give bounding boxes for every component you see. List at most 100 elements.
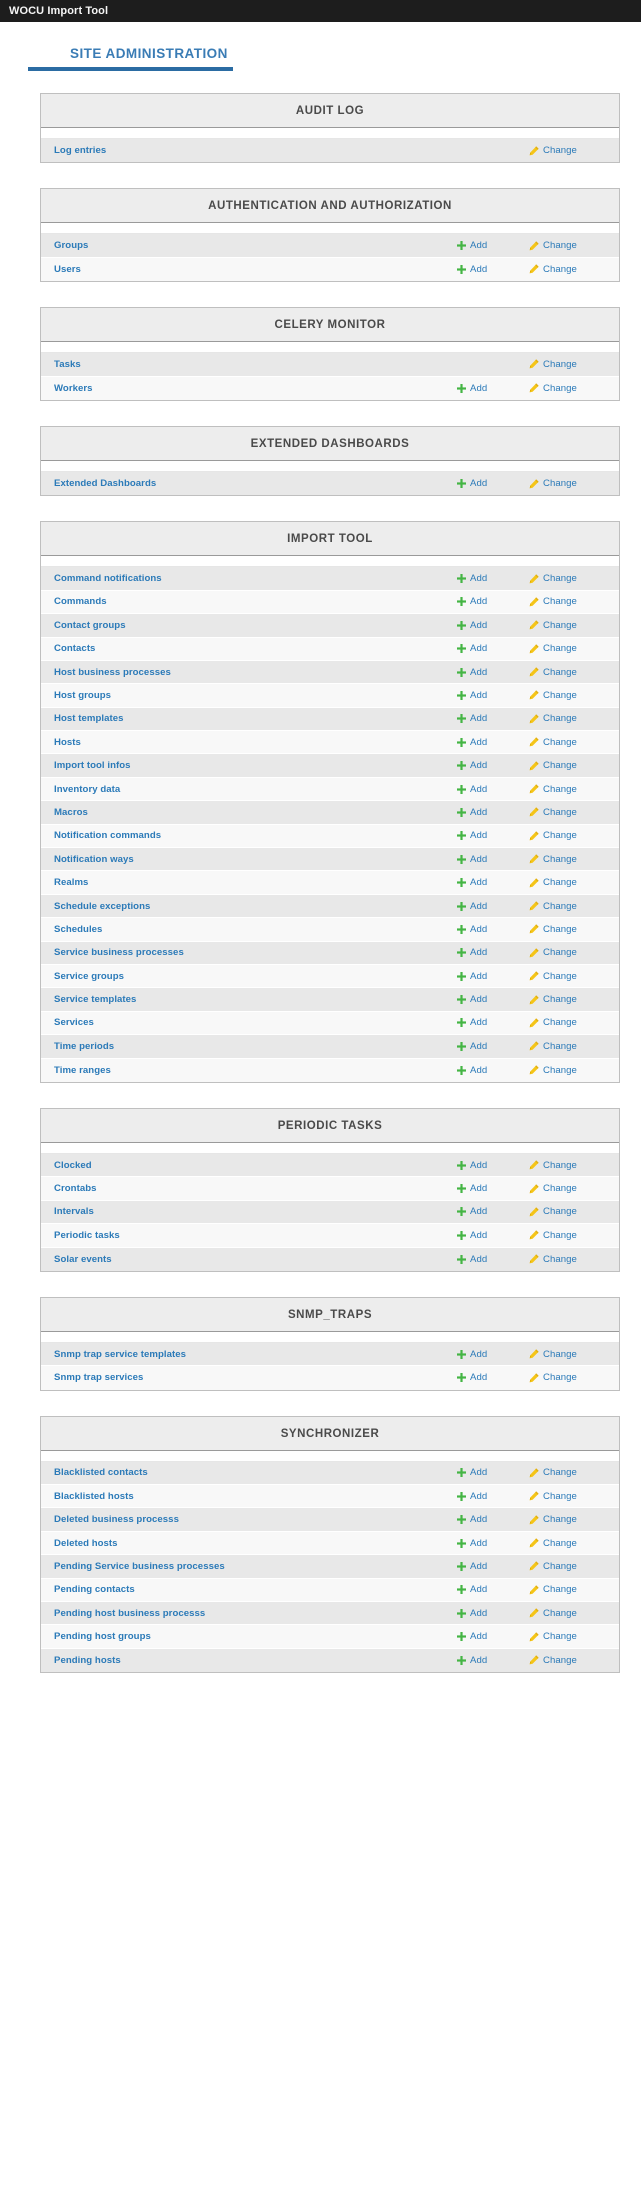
add-link[interactable]: Add [457,807,529,818]
add-link[interactable]: Add [457,1467,529,1478]
change-link[interactable]: Change [529,573,609,584]
model-link[interactable]: Time ranges [54,1065,457,1076]
model-link[interactable]: Pending Service business processes [54,1561,457,1572]
model-link[interactable]: Solar events [54,1254,457,1265]
change-link[interactable]: Change [529,667,609,678]
model-link[interactable]: Workers [54,383,457,394]
add-link[interactable]: Add [457,596,529,607]
change-link[interactable]: Change [529,971,609,982]
change-link[interactable]: Change [529,1538,609,1549]
add-link[interactable]: Add [457,1349,529,1360]
add-link[interactable]: Add [457,1230,529,1241]
add-link[interactable]: Add [457,784,529,795]
model-link[interactable]: Blacklisted contacts [54,1467,457,1478]
model-link[interactable]: Time periods [54,1041,457,1052]
change-link[interactable]: Change [529,383,609,394]
model-link[interactable]: Pending hosts [54,1655,457,1666]
add-link[interactable]: Add [457,971,529,982]
model-link[interactable]: Clocked [54,1160,457,1171]
model-link[interactable]: Services [54,1017,457,1028]
model-link[interactable]: Log entries [54,145,457,156]
change-link[interactable]: Change [529,924,609,935]
change-link[interactable]: Change [529,1254,609,1265]
change-link[interactable]: Change [529,1017,609,1028]
add-link[interactable]: Add [457,1372,529,1383]
change-link[interactable]: Change [529,947,609,958]
change-link[interactable]: Change [529,1608,609,1619]
change-link[interactable]: Change [529,1349,609,1360]
add-link[interactable]: Add [457,901,529,912]
model-link[interactable]: Host groups [54,690,457,701]
model-link[interactable]: Service templates [54,994,457,1005]
model-link[interactable]: Contact groups [54,620,457,631]
add-link[interactable]: Add [457,737,529,748]
model-link[interactable]: Snmp trap service templates [54,1349,457,1360]
add-link[interactable]: Add [457,478,529,489]
change-link[interactable]: Change [529,1160,609,1171]
model-link[interactable]: Contacts [54,643,457,654]
model-link[interactable]: Pending host groups [54,1631,457,1642]
change-link[interactable]: Change [529,1041,609,1052]
change-link[interactable]: Change [529,807,609,818]
add-link[interactable]: Add [457,1160,529,1171]
model-link[interactable]: Hosts [54,737,457,748]
change-link[interactable]: Change [529,1655,609,1666]
model-link[interactable]: Extended Dashboards [54,478,457,489]
add-link[interactable]: Add [457,1041,529,1052]
model-link[interactable]: Snmp trap services [54,1372,457,1383]
change-link[interactable]: Change [529,784,609,795]
change-link[interactable]: Change [529,1514,609,1525]
model-link[interactable]: Pending contacts [54,1584,457,1595]
add-link[interactable]: Add [457,620,529,631]
add-link[interactable]: Add [457,854,529,865]
add-link[interactable]: Add [457,240,529,251]
add-link[interactable]: Add [457,1584,529,1595]
change-link[interactable]: Change [529,1467,609,1478]
model-link[interactable]: Commands [54,596,457,607]
add-link[interactable]: Add [457,924,529,935]
change-link[interactable]: Change [529,478,609,489]
model-link[interactable]: Users [54,264,457,275]
add-link[interactable]: Add [457,947,529,958]
add-link[interactable]: Add [457,713,529,724]
add-link[interactable]: Add [457,1206,529,1217]
add-link[interactable]: Add [457,383,529,394]
change-link[interactable]: Change [529,830,609,841]
change-link[interactable]: Change [529,643,609,654]
change-link[interactable]: Change [529,1065,609,1076]
model-link[interactable]: Host business processes [54,667,457,678]
change-link[interactable]: Change [529,1491,609,1502]
add-link[interactable]: Add [457,667,529,678]
add-link[interactable]: Add [457,1538,529,1549]
add-link[interactable]: Add [457,1561,529,1572]
add-link[interactable]: Add [457,1631,529,1642]
model-link[interactable]: Service groups [54,971,457,982]
change-link[interactable]: Change [529,994,609,1005]
model-link[interactable]: Macros [54,807,457,818]
model-link[interactable]: Inventory data [54,784,457,795]
model-link[interactable]: Crontabs [54,1183,457,1194]
model-link[interactable]: Schedules [54,924,457,935]
change-link[interactable]: Change [529,1183,609,1194]
model-link[interactable]: Import tool infos [54,760,457,771]
add-link[interactable]: Add [457,760,529,771]
change-link[interactable]: Change [529,1584,609,1595]
add-link[interactable]: Add [457,1608,529,1619]
change-link[interactable]: Change [529,760,609,771]
change-link[interactable]: Change [529,690,609,701]
change-link[interactable]: Change [529,264,609,275]
change-link[interactable]: Change [529,1230,609,1241]
model-link[interactable]: Periodic tasks [54,1230,457,1241]
add-link[interactable]: Add [457,573,529,584]
change-link[interactable]: Change [529,620,609,631]
model-link[interactable]: Blacklisted hosts [54,1491,457,1502]
site-title[interactable]: WOCU Import Tool [9,5,108,17]
add-link[interactable]: Add [457,1183,529,1194]
change-link[interactable]: Change [529,240,609,251]
add-link[interactable]: Add [457,1065,529,1076]
model-link[interactable]: Deleted hosts [54,1538,457,1549]
model-link[interactable]: Realms [54,877,457,888]
add-link[interactable]: Add [457,1254,529,1265]
model-link[interactable]: Tasks [54,359,457,370]
add-link[interactable]: Add [457,994,529,1005]
